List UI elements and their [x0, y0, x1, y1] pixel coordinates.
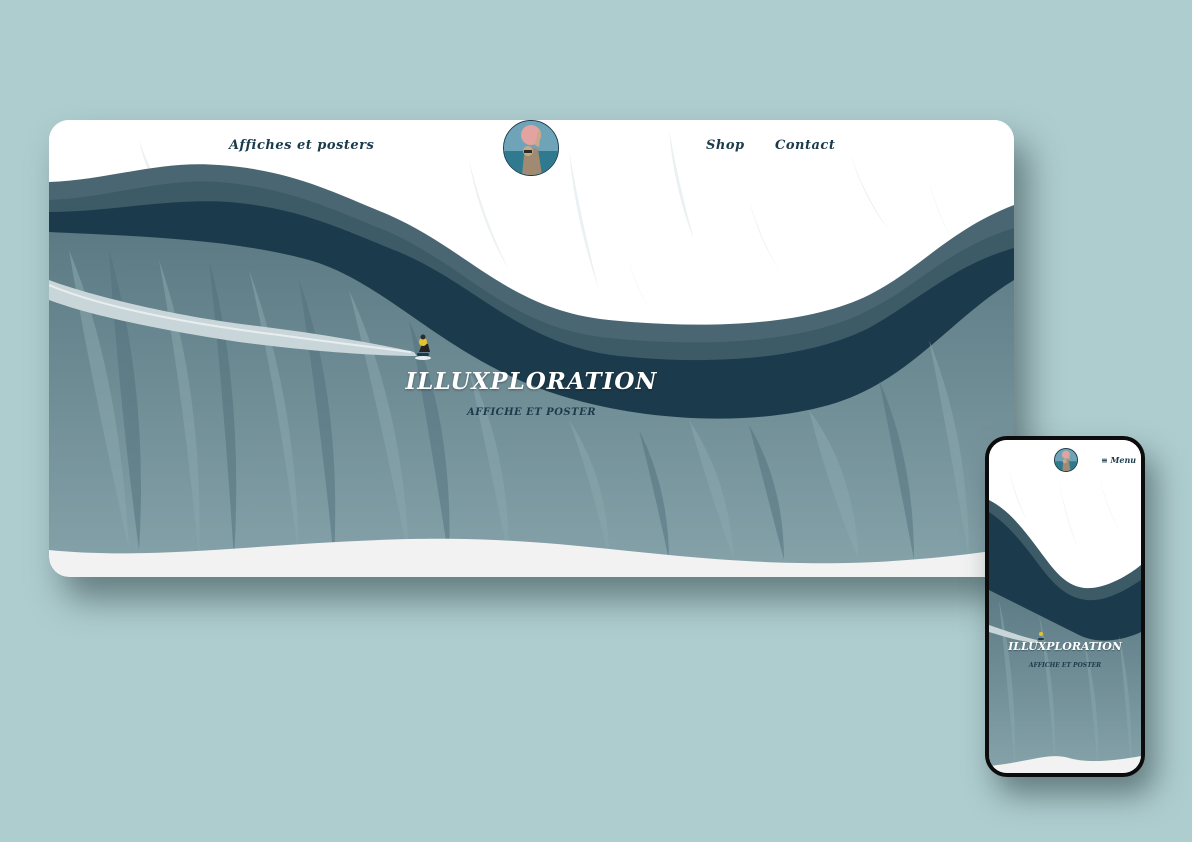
hero-subtitle: AFFICHE ET POSTER [466, 407, 597, 418]
phone-screen: ≡ Menu ILLUXPLORATION AFFICHE ET POSTER [989, 440, 1141, 773]
phone-hero-subtitle: AFFICHE ET POSTER [1028, 662, 1102, 669]
phone-logo-avatar-icon [1055, 449, 1077, 471]
nav-link-shop[interactable]: Shop [706, 138, 745, 153]
phone-menu-label: Menu [1110, 455, 1137, 465]
desktop-mockup: Affiches et posters Shop Contact ILLUXPL… [49, 120, 1014, 577]
logo-avatar-icon [504, 121, 558, 175]
hero-title: ILLUXPLORATION [405, 368, 658, 395]
nav-link-affiches[interactable]: Affiches et posters [229, 138, 374, 153]
phone-logo-avatar[interactable] [1054, 448, 1078, 472]
logo-avatar[interactable] [503, 120, 559, 176]
hero-illustration [49, 120, 1014, 577]
nav-link-contact[interactable]: Contact [775, 138, 835, 153]
phone-menu-button[interactable]: ≡ Menu [1101, 455, 1136, 465]
hamburger-menu-icon: ≡ [1101, 455, 1108, 465]
phone-mockup: ≡ Menu ILLUXPLORATION AFFICHE ET POSTER [985, 436, 1145, 777]
phone-hero-title: ILLUXPLORATION [1008, 640, 1122, 653]
phone-hero-illustration [989, 440, 1141, 773]
